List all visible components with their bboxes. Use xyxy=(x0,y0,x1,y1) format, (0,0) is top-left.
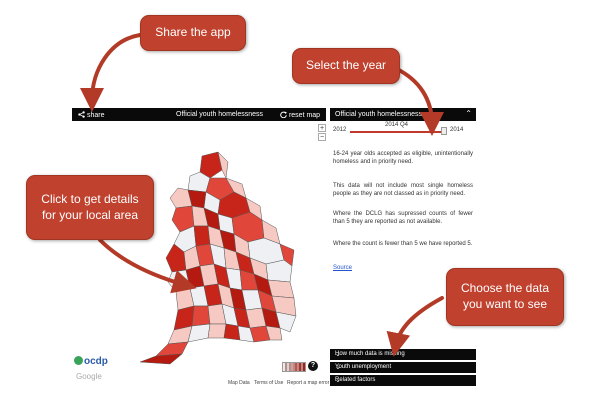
callout-share: Share the app xyxy=(140,15,246,51)
callout-details: Click to get details for your local area xyxy=(26,175,154,240)
callout-year: Select the year xyxy=(292,48,400,84)
callout-data: Choose the data you want to see xyxy=(446,268,564,326)
